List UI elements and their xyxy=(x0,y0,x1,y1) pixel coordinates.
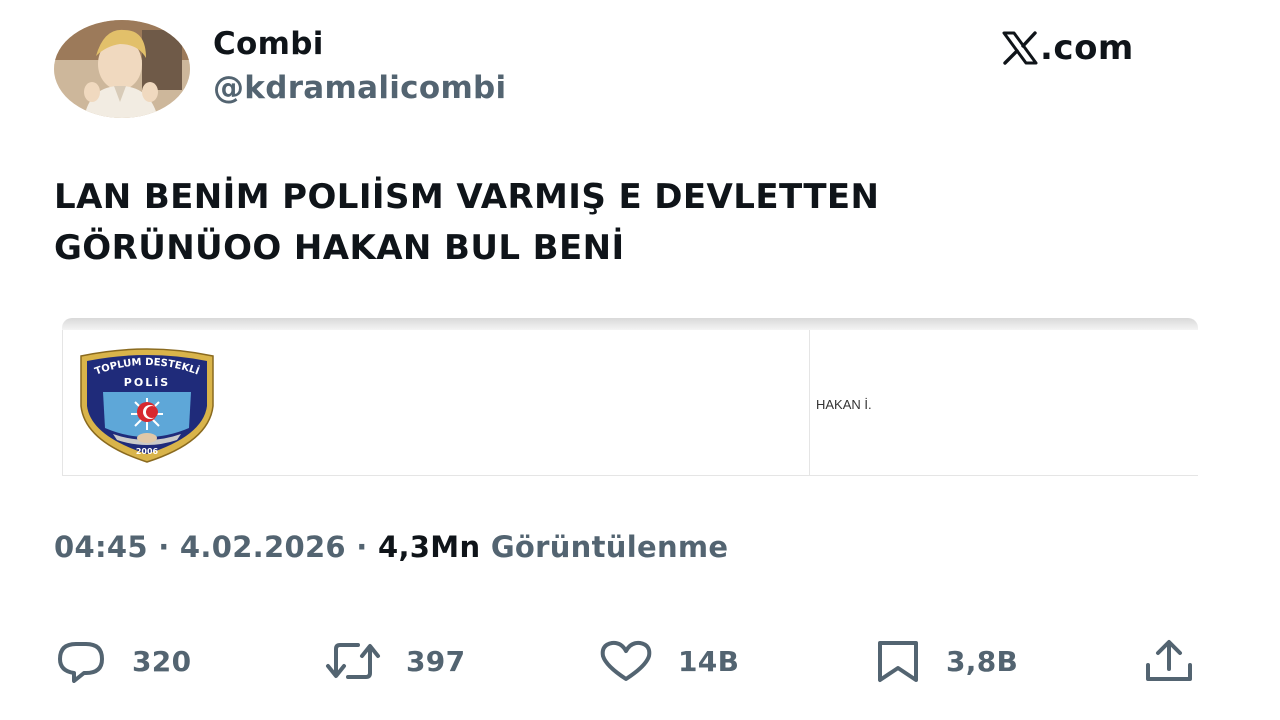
share-button[interactable] xyxy=(1144,636,1194,686)
reply-button[interactable]: 320 xyxy=(54,636,191,686)
tweet-date[interactable]: 4.02.2026 xyxy=(180,530,346,564)
police-badge-icon: TOPLUM DESTEKLİ POLİS 2006 xyxy=(80,348,214,463)
author-display-name[interactable]: Combi xyxy=(213,26,324,62)
reply-count: 320 xyxy=(132,644,192,678)
tweet-text-line-2: GÖRÜNÜOO HAKAN BUL BENİ xyxy=(54,228,625,268)
avatar-illustration xyxy=(54,20,190,118)
like-icon xyxy=(600,640,652,681)
badge-mid-text: POLİS xyxy=(124,375,170,389)
badge-year: 2006 xyxy=(136,447,159,456)
meta-separator-1: · xyxy=(147,530,180,564)
x-brand-watermark: .com xyxy=(1002,28,1134,68)
media-name-cell: HAKAN İ. xyxy=(810,330,1198,476)
media-top-bar xyxy=(62,318,1198,330)
tweet-text: LAN BENİM POLIİSM VARMIŞ E DEVLETTEN GÖR… xyxy=(54,172,1204,274)
repost-count: 397 xyxy=(406,644,466,678)
author-handle[interactable]: @kdramalicombi xyxy=(213,70,506,106)
meta-separator-2: · xyxy=(345,530,379,564)
like-button[interactable]: 14B xyxy=(598,636,739,686)
x-logo-icon xyxy=(1002,31,1038,65)
views-count: 4,3Mn xyxy=(378,530,481,564)
bookmark-count: 3,8B xyxy=(946,644,1019,678)
bookmark-button[interactable]: 3,8B xyxy=(874,636,1018,686)
views-label: Görüntülenme xyxy=(490,530,729,564)
media-name-text: HAKAN İ. xyxy=(816,397,872,412)
tweet-screenshot: Combi @kdramalicombi .com LAN BENİM POLI… xyxy=(0,0,1280,720)
repost-icon xyxy=(326,643,380,679)
media-badge-cell: TOPLUM DESTEKLİ POLİS 2006 xyxy=(62,330,810,476)
tweet-actions: 320 397 14B 3,8B xyxy=(54,636,1204,686)
avatar[interactable] xyxy=(54,20,190,118)
repost-button[interactable]: 397 xyxy=(324,636,465,686)
reply-icon xyxy=(58,642,104,683)
tweet-media-image[interactable]: TOPLUM DESTEKLİ POLİS 2006 HAKAN İ. xyxy=(62,318,1198,480)
like-count: 14B xyxy=(678,644,740,678)
tweet-time[interactable]: 04:45 xyxy=(54,530,148,564)
tweet-text-line-1: LAN BENİM POLIİSM VARMIŞ E DEVLETTEN xyxy=(54,177,880,217)
tweet-meta: 04:45 · 4.02.2026 · 4,3Mn Görüntülenme xyxy=(54,530,728,564)
brand-domain: .com xyxy=(1040,28,1134,68)
bookmark-icon xyxy=(878,641,918,682)
share-icon xyxy=(1146,640,1192,681)
